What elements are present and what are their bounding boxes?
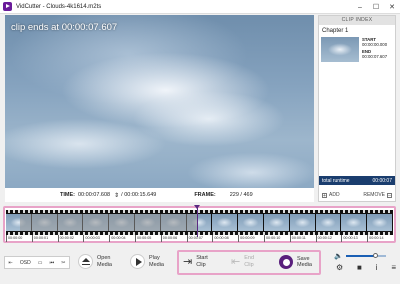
start-clip-label-1: Start (196, 255, 208, 261)
save-media-label-2: Media (297, 262, 312, 268)
clip-list-item[interactable]: START 00:00:00.000 END 00:00:07.607 (321, 37, 395, 62)
panel-actions: + ADD REMOVE – (319, 192, 395, 198)
start-time: 00:00:00.000 (362, 42, 388, 47)
remove-label: REMOVE (363, 192, 385, 198)
video-preview[interactable]: clip ends at 00:00:07.607 (5, 15, 314, 194)
title-bar: VidCutter - Clouds-4k1614.m2ts – ☐ ✕ (0, 0, 400, 14)
clip-thumbnail (321, 37, 359, 62)
timeline-frame (289, 214, 315, 231)
open-media-label-1: Open (97, 255, 111, 261)
scissors-icon[interactable]: ✂ (61, 260, 65, 266)
timeline-tick: 00:00:00 (6, 235, 32, 242)
timeline-frame (315, 214, 341, 231)
jump-start-icon[interactable]: ⇤ (9, 260, 13, 266)
timeline-tick: 00:00:10 (263, 235, 290, 242)
window-controls: – ☐ ✕ (352, 0, 400, 14)
timeline-frame (263, 214, 289, 231)
timeline-frame (367, 214, 392, 231)
timeline-frame (212, 214, 238, 231)
menu-icon[interactable]: ≡ (391, 263, 396, 272)
settings-icon[interactable]: ⚙ (336, 263, 343, 272)
speaker-icon[interactable]: 🔈 (334, 252, 343, 260)
runtime-label: total runtime (322, 177, 350, 184)
volume-control: 🔈 (334, 252, 396, 260)
volume-slider[interactable] (345, 253, 386, 258)
timeline-tick: 00:00:14 (367, 235, 393, 242)
fullscreen-icon[interactable]: ▭ (38, 260, 43, 266)
mini-tools-group: ⇤ OSD ▭ ⏮ ✂ (4, 256, 70, 269)
end-clip-label-2: Clip (244, 261, 254, 268)
start-clip-button[interactable]: ⇥ Start Clip (183, 255, 208, 268)
eject-icon (78, 254, 93, 269)
end-clip-icon: ⇤ (231, 256, 241, 268)
timeline-tick: 00:00:11 (289, 235, 316, 242)
remove-icon: – (387, 192, 392, 199)
add-label: ADD (329, 192, 340, 198)
minimize-icon[interactable]: – (352, 0, 368, 14)
clip-overlay-text: clip ends at 00:00:07.607 (11, 22, 118, 33)
frame-label: FRAME: (194, 192, 216, 198)
time-spinner-icon[interactable]: ⇕ (114, 192, 119, 199)
total-runtime-bar: total runtime 00:00:07 (319, 176, 395, 185)
app-logo-icon (3, 2, 12, 11)
camera-icon[interactable]: ■ (357, 263, 362, 272)
timeline-tick: 00:00:02 (57, 235, 84, 242)
clip-index-header: CLIP INDEX (319, 16, 395, 25)
frame-value: 229 / 469 (229, 192, 253, 198)
timeline-tick: 00:00:13 (341, 235, 367, 242)
start-clip-label-2: Clip (196, 261, 206, 268)
save-icon (279, 255, 293, 269)
chapter-title: Chapter 1 (322, 28, 349, 34)
duration-value: / 00:00:15.649 (121, 192, 157, 198)
volume-knob[interactable] (373, 253, 379, 258)
play-media-label-2: Media (149, 261, 164, 268)
end-time: 00:00:07.607 (362, 54, 388, 59)
clip-times: START 00:00:00.000 END 00:00:07.607 (362, 37, 387, 62)
clip-controls-group: ⇥ Start Clip ⇤ End Clip Save Media (177, 250, 321, 275)
osd-toggle[interactable]: OSD (20, 260, 31, 266)
timeline-tick: 00:00:12 (315, 235, 342, 242)
timeline-tick: 00:00:01 (31, 235, 58, 242)
end-clip-button[interactable]: ⇤ End Clip (231, 255, 254, 268)
remove-clip-button[interactable]: REMOVE – (363, 192, 392, 198)
timeline-ruler: 00:00:00 00:00:01 00:00:02 00:00:03 00:00:04… (6, 235, 393, 242)
add-icon: + (322, 192, 327, 199)
play-icon (130, 254, 145, 269)
add-clip-button[interactable]: + ADD (322, 192, 340, 198)
open-media-label-2: Media (97, 261, 112, 268)
start-clip-icon: ⇥ (183, 256, 193, 268)
timeline-frame (238, 214, 263, 231)
timeline-tick: 00:00:07 (186, 235, 213, 242)
close-icon[interactable]: ✕ (384, 0, 400, 14)
settings-icons-row: ⚙ ■ i ≡ (336, 263, 396, 272)
timeline-tick: 00:00:05 (134, 235, 161, 242)
timeline-tick: 00:00:03 (83, 235, 109, 242)
end-clip-label-1: End (244, 255, 255, 261)
open-media-button[interactable]: Open Media (78, 254, 112, 269)
volume-fill (345, 255, 376, 257)
video-status-bar: TIME: 00:00:07.608 ⇕ / 00:00:15.649 FRAM… (5, 188, 314, 202)
timeline-tick: 00:00:09 (238, 235, 264, 242)
playhead[interactable] (197, 206, 198, 237)
info-icon[interactable]: i (376, 263, 378, 272)
clip-index-panel: CLIP INDEX Chapter 1 START 00:00:00.000 … (318, 15, 396, 202)
time-value: 00:00:07.608 (77, 192, 111, 198)
skip-back-icon[interactable]: ⏮ (50, 260, 55, 266)
filmstrip[interactable] (6, 210, 393, 235)
clip-selection-overlay[interactable] (20, 214, 198, 231)
save-media-button[interactable]: Save Media (279, 255, 312, 269)
maximize-icon[interactable]: ☐ (368, 0, 384, 14)
timeline-tick: 00:00:08 (212, 235, 238, 242)
play-media-button[interactable]: Play Media (130, 254, 164, 269)
timeline-tick: 00:00:06 (160, 235, 187, 242)
bottom-toolbar: ⇤ OSD ▭ ⏮ ✂ Open Media Play Media ⇥ Start Cl… (0, 246, 400, 284)
timeline[interactable]: 00:00:00 00:00:01 00:00:02 00:00:03 00:00:04… (3, 205, 396, 243)
window-title: VidCutter - Clouds-4k1614.m2ts (16, 3, 102, 10)
film-perforation (6, 210, 393, 213)
runtime-value: 00:00:07 (372, 177, 392, 184)
time-label: TIME: (60, 192, 75, 198)
timeline-tick: 00:00:04 (109, 235, 135, 242)
timeline-frame (341, 214, 367, 231)
